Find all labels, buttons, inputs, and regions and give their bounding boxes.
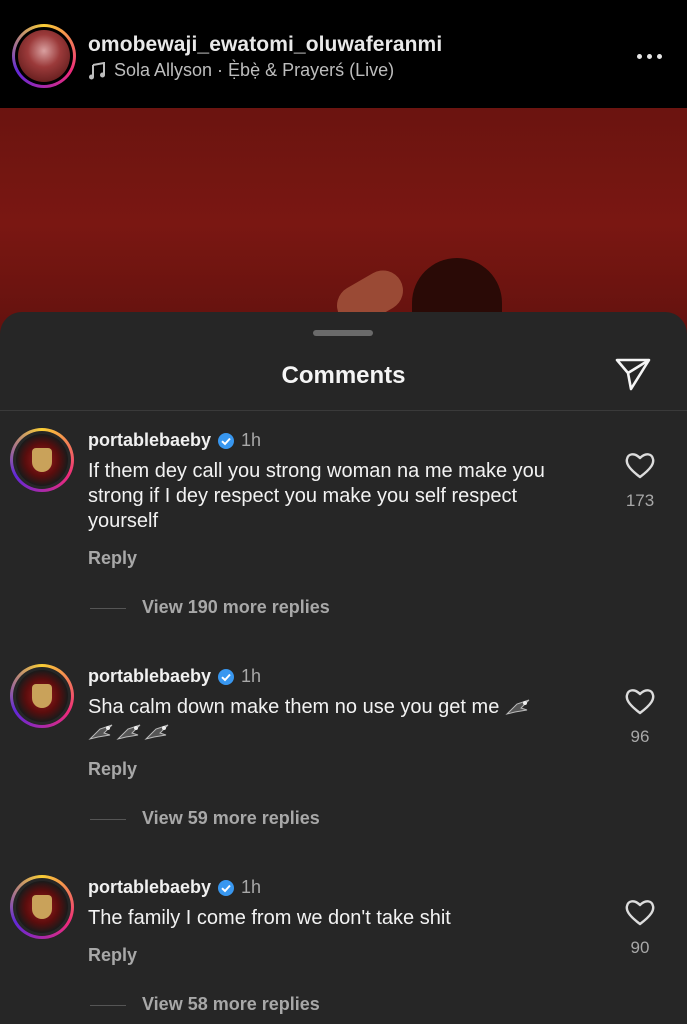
view-more-replies-button[interactable]: View 59 more replies <box>142 808 320 829</box>
comment-avatar[interactable] <box>10 875 74 939</box>
comment-text-block: Sha calm down make them no use you get m… <box>88 695 588 745</box>
reply-button[interactable]: Reply <box>88 945 137 966</box>
like-heart-icon[interactable] <box>624 686 656 716</box>
avatar-image <box>16 434 68 486</box>
avatar-image <box>18 30 70 82</box>
comment-username[interactable]: portablebaeby <box>88 877 211 898</box>
reply-button[interactable]: Reply <box>88 759 137 780</box>
comment-time: 1h <box>241 666 262 686</box>
like-heart-icon[interactable] <box>624 897 656 927</box>
like-count: 90 <box>630 938 650 957</box>
comment-text: If them dey call you strong woman na me … <box>88 460 545 532</box>
post-username[interactable]: omobewaji_ewatomi_oluwaferanmi <box>88 33 442 57</box>
eagle-emoji-icon <box>505 699 530 715</box>
comment-time: 1h <box>241 430 262 450</box>
replies-line <box>90 819 126 820</box>
like-count: 96 <box>630 727 650 746</box>
sheet-title: Comments <box>281 362 406 389</box>
music-note-icon <box>89 61 105 79</box>
replies-line <box>90 1005 126 1006</box>
avatar-image <box>16 881 68 933</box>
music-info[interactable]: Sola Allyson · Ẹ̀bẹ̀ & Prayerś (Live) <box>88 60 394 81</box>
view-more-replies-button[interactable]: View 58 more replies <box>142 994 320 1015</box>
avatar-image <box>16 670 68 722</box>
more-options-icon[interactable] <box>635 46 665 66</box>
like-count: 173 <box>625 491 655 510</box>
comment-username[interactable]: portablebaeby <box>88 666 211 687</box>
view-more-replies-button[interactable]: View 190 more replies <box>142 597 330 618</box>
like-heart-icon[interactable] <box>624 450 656 480</box>
comment-text: Sha calm down make them no use you get m… <box>88 696 500 718</box>
eagle-emoji-icon <box>88 724 113 740</box>
verified-badge-icon <box>218 668 235 685</box>
music-label: Sola Allyson · Ẹ̀bẹ̀ & Prayerś (Live) <box>114 60 395 80</box>
comment-header: portablebaeby 1h <box>88 430 261 451</box>
share-icon[interactable] <box>614 356 652 392</box>
post-header: omobewaji_ewatomi_oluwaferanmi Sola Ally… <box>0 0 687 108</box>
sheet-divider <box>0 410 687 411</box>
replies-line <box>90 608 126 609</box>
comment-time: 1h <box>241 877 262 897</box>
comment-avatar[interactable] <box>10 664 74 728</box>
verified-badge-icon <box>218 432 235 449</box>
reply-button[interactable]: Reply <box>88 548 137 569</box>
eagle-emoji-icon <box>116 724 141 740</box>
verified-badge-icon <box>218 879 235 896</box>
sheet-drag-handle[interactable] <box>313 330 373 336</box>
comment-username[interactable]: portablebaeby <box>88 430 211 451</box>
comment-avatar[interactable] <box>10 428 74 492</box>
post-avatar[interactable] <box>12 24 76 88</box>
comment-header: portablebaeby 1h <box>88 666 261 687</box>
comment-text: The family I come from we don't take shi… <box>88 907 451 929</box>
comment-header: portablebaeby 1h <box>88 877 261 898</box>
eagle-emoji-icon <box>144 724 169 740</box>
